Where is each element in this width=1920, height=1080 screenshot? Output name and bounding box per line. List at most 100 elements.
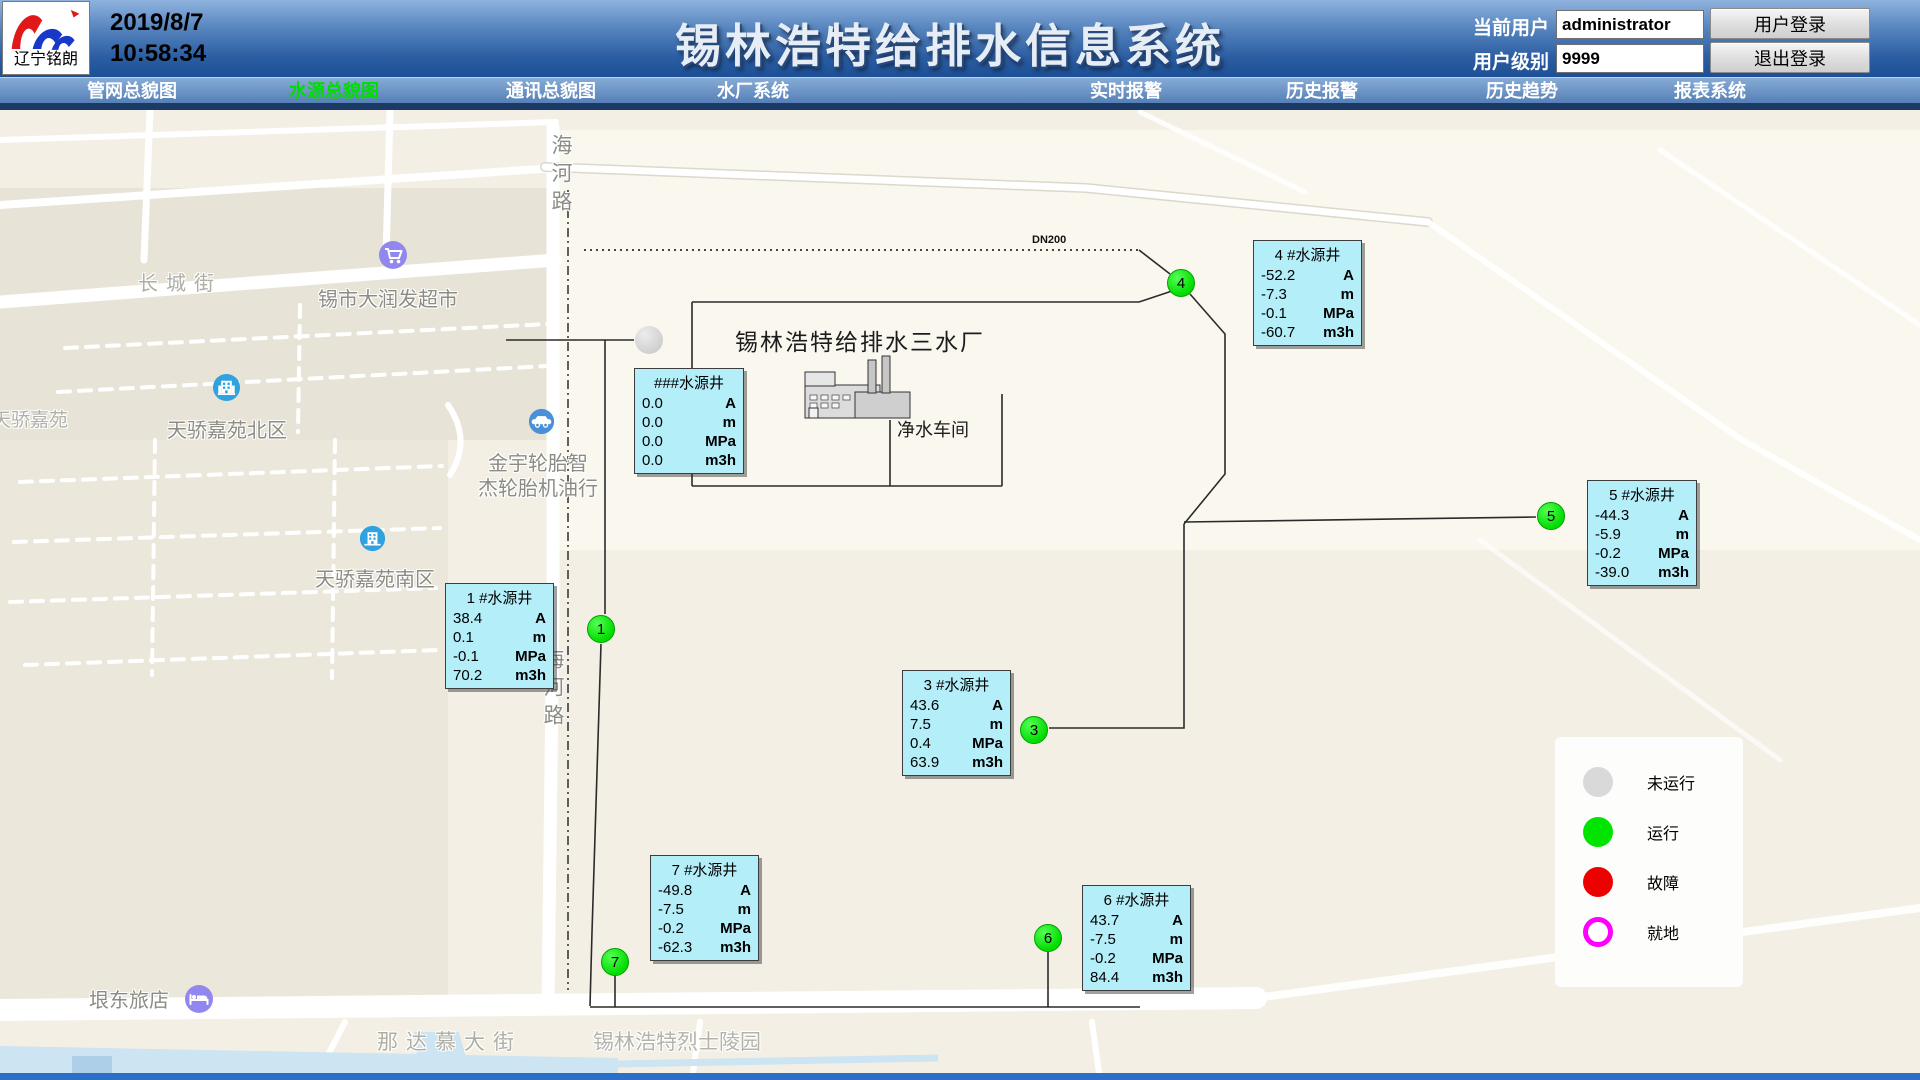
nav-communication-overview[interactable]: 通讯总貌图: [506, 78, 596, 104]
well-marker-idle[interactable]: [635, 326, 663, 354]
well-marker-5[interactable]: 5: [1537, 502, 1565, 530]
residence-south-icon: [359, 525, 386, 557]
status-legend: 未运行 运行 故障 就地: [1555, 737, 1743, 987]
well-unit: m3h: [515, 666, 546, 685]
cemetery-label: 锡林浩特烈士陵园: [593, 1026, 761, 1056]
well-value: -60.7: [1261, 323, 1295, 342]
nadamu-street-label: 那达慕大街: [377, 1026, 522, 1056]
well-value: -62.3: [658, 938, 692, 957]
legend-item-running: 运行: [1555, 807, 1743, 857]
well-value: -0.1: [453, 647, 479, 666]
well-value: -5.9: [1595, 525, 1621, 544]
well-box-title: 5 #水源井: [1588, 481, 1696, 506]
nav-realtime-alarm[interactable]: 实时报警: [1090, 78, 1162, 104]
well-unit: A: [1172, 911, 1183, 930]
nav-pipe-network-overview[interactable]: 管网总貌图: [87, 78, 177, 104]
nav-history-alarm[interactable]: 历史报警: [1286, 78, 1358, 104]
well-unit: MPa: [1658, 544, 1689, 563]
tianjiao-label: 天骄嘉苑: [0, 405, 68, 432]
well-marker-3-num: 3: [1030, 722, 1038, 739]
well-value: 0.0: [642, 413, 663, 432]
map-canvas: 长城街 锡市大润发超市 天骄嘉苑 天骄嘉苑北区 金宇轮胎智 杰轮胎机油行 天骄嘉…: [0, 110, 1920, 1080]
well-value: -39.0: [1595, 563, 1629, 582]
well-unit: m3h: [1323, 323, 1354, 342]
legend-label: 就地: [1647, 920, 1679, 944]
well-unit: MPa: [1323, 304, 1354, 323]
legend-label: 故障: [1647, 870, 1679, 894]
well-value: 7.5: [910, 715, 931, 734]
well-value: 84.4: [1090, 968, 1119, 987]
well-box-title: 4 #水源井: [1254, 241, 1361, 266]
well-unit: A: [1343, 266, 1354, 285]
login-button[interactable]: 用户登录: [1710, 8, 1870, 39]
current-user-input[interactable]: [1556, 10, 1704, 39]
well-marker-3[interactable]: 3: [1020, 716, 1048, 744]
plant-title: 锡林浩特给排水三水厂: [735, 323, 985, 357]
well-data-box-6: 6 #水源井 43.7A -7.5m -0.2MPa 84.4m3h: [1082, 885, 1191, 991]
nav-report-system[interactable]: 报表系统: [1674, 78, 1746, 104]
well-unit: m3h: [1152, 968, 1183, 987]
well-value: -7.5: [658, 900, 684, 919]
well-value: 38.4: [453, 609, 482, 628]
well-unit: m: [1676, 525, 1689, 544]
workshop-label: 净水车间: [897, 416, 969, 442]
well-value: -52.2: [1261, 266, 1295, 285]
tianjiao-north-label: 天骄嘉苑北区: [167, 414, 287, 443]
main-nav: 管网总貌图 水源总貌图 通讯总貌图 水厂系统 实时报警 历史报警 历史趋势 报表…: [0, 77, 1920, 110]
well-unit: A: [535, 609, 546, 628]
datetime: 2019/8/7 10:58:34: [110, 7, 206, 69]
supermarket-icon: [378, 240, 408, 275]
well-unit: A: [992, 696, 1003, 715]
well-marker-4[interactable]: 4: [1167, 269, 1195, 297]
current-user-label: 当前用户: [1473, 13, 1549, 40]
legend-item-fault: 故障: [1555, 857, 1743, 907]
well-data-box-1: 1 #水源井 38.4A 0.1m -0.1MPa 70.2m3h: [445, 583, 554, 689]
legend-label: 运行: [1647, 820, 1679, 844]
well-value: 0.0: [642, 432, 663, 451]
well-value: -0.1: [1261, 304, 1287, 323]
well-value: 70.2: [453, 666, 482, 685]
user-level-label: 用户级别: [1473, 47, 1549, 74]
well-unit: A: [725, 394, 736, 413]
well-value: 0.4: [910, 734, 931, 753]
supermarket-label: 锡市大润发超市: [318, 283, 458, 312]
well-value: -7.5: [1090, 930, 1116, 949]
well-value: -0.2: [1595, 544, 1621, 563]
user-level-input[interactable]: [1556, 44, 1704, 73]
well-marker-6[interactable]: 6: [1034, 924, 1062, 952]
nav-bottom-strip: [0, 103, 1920, 110]
nav-water-source-overview[interactable]: 水源总貌图: [289, 78, 379, 104]
nav-history-trend[interactable]: 历史趋势: [1486, 78, 1558, 104]
haihe-road-label-top: 海河路: [545, 134, 575, 218]
well-marker-7-num: 7: [611, 954, 619, 971]
well-box-title: 3 #水源井: [903, 671, 1010, 696]
well-value: -44.3: [1595, 506, 1629, 525]
well-marker-1[interactable]: 1: [587, 615, 615, 643]
well-unit: m3h: [972, 753, 1003, 772]
legend-item-idle: 未运行: [1555, 757, 1743, 807]
nav-water-plant-system[interactable]: 水厂系统: [717, 78, 789, 104]
well-data-box-3: 3 #水源井 43.6A 7.5m 0.4MPa 63.9m3h: [902, 670, 1011, 776]
changcheng-street-label: 长城街: [138, 267, 222, 296]
hotel-label: 垠东旅店: [89, 984, 169, 1013]
well-box-title: ###水源井: [635, 369, 743, 394]
logout-button[interactable]: 退出登录: [1710, 42, 1870, 73]
hotel-icon: [184, 984, 214, 1019]
well-marker-7[interactable]: 7: [601, 948, 629, 976]
running-status-icon: [1583, 817, 1613, 847]
page-title: 锡林浩特给排水信息系统: [675, 10, 1225, 76]
well-data-box-4: 4 #水源井 -52.2A -7.3m -0.1MPa -60.7m3h: [1253, 240, 1362, 346]
well-value: 43.7: [1090, 911, 1119, 930]
well-unit: m: [533, 628, 546, 647]
well-data-box-5: 5 #水源井 -44.3A -5.9m -0.2MPa -39.0m3h: [1587, 480, 1697, 586]
current-time: 10:58:34: [110, 38, 206, 69]
well-value: -7.3: [1261, 285, 1287, 304]
well-unit: MPa: [972, 734, 1003, 753]
well-value: 63.9: [910, 753, 939, 772]
well-marker-1-num: 1: [597, 621, 605, 638]
well-marker-4-num: 4: [1177, 275, 1185, 292]
well-value: 0.1: [453, 628, 474, 647]
tianjiao-south-label: 天骄嘉苑南区: [315, 563, 435, 592]
scada-window: 辽宁铭朗 2019/8/7 10:58:34 锡林浩特给排水信息系统 当前用户 …: [0, 0, 1920, 1080]
well-box-title: 7 #水源井: [651, 856, 758, 881]
